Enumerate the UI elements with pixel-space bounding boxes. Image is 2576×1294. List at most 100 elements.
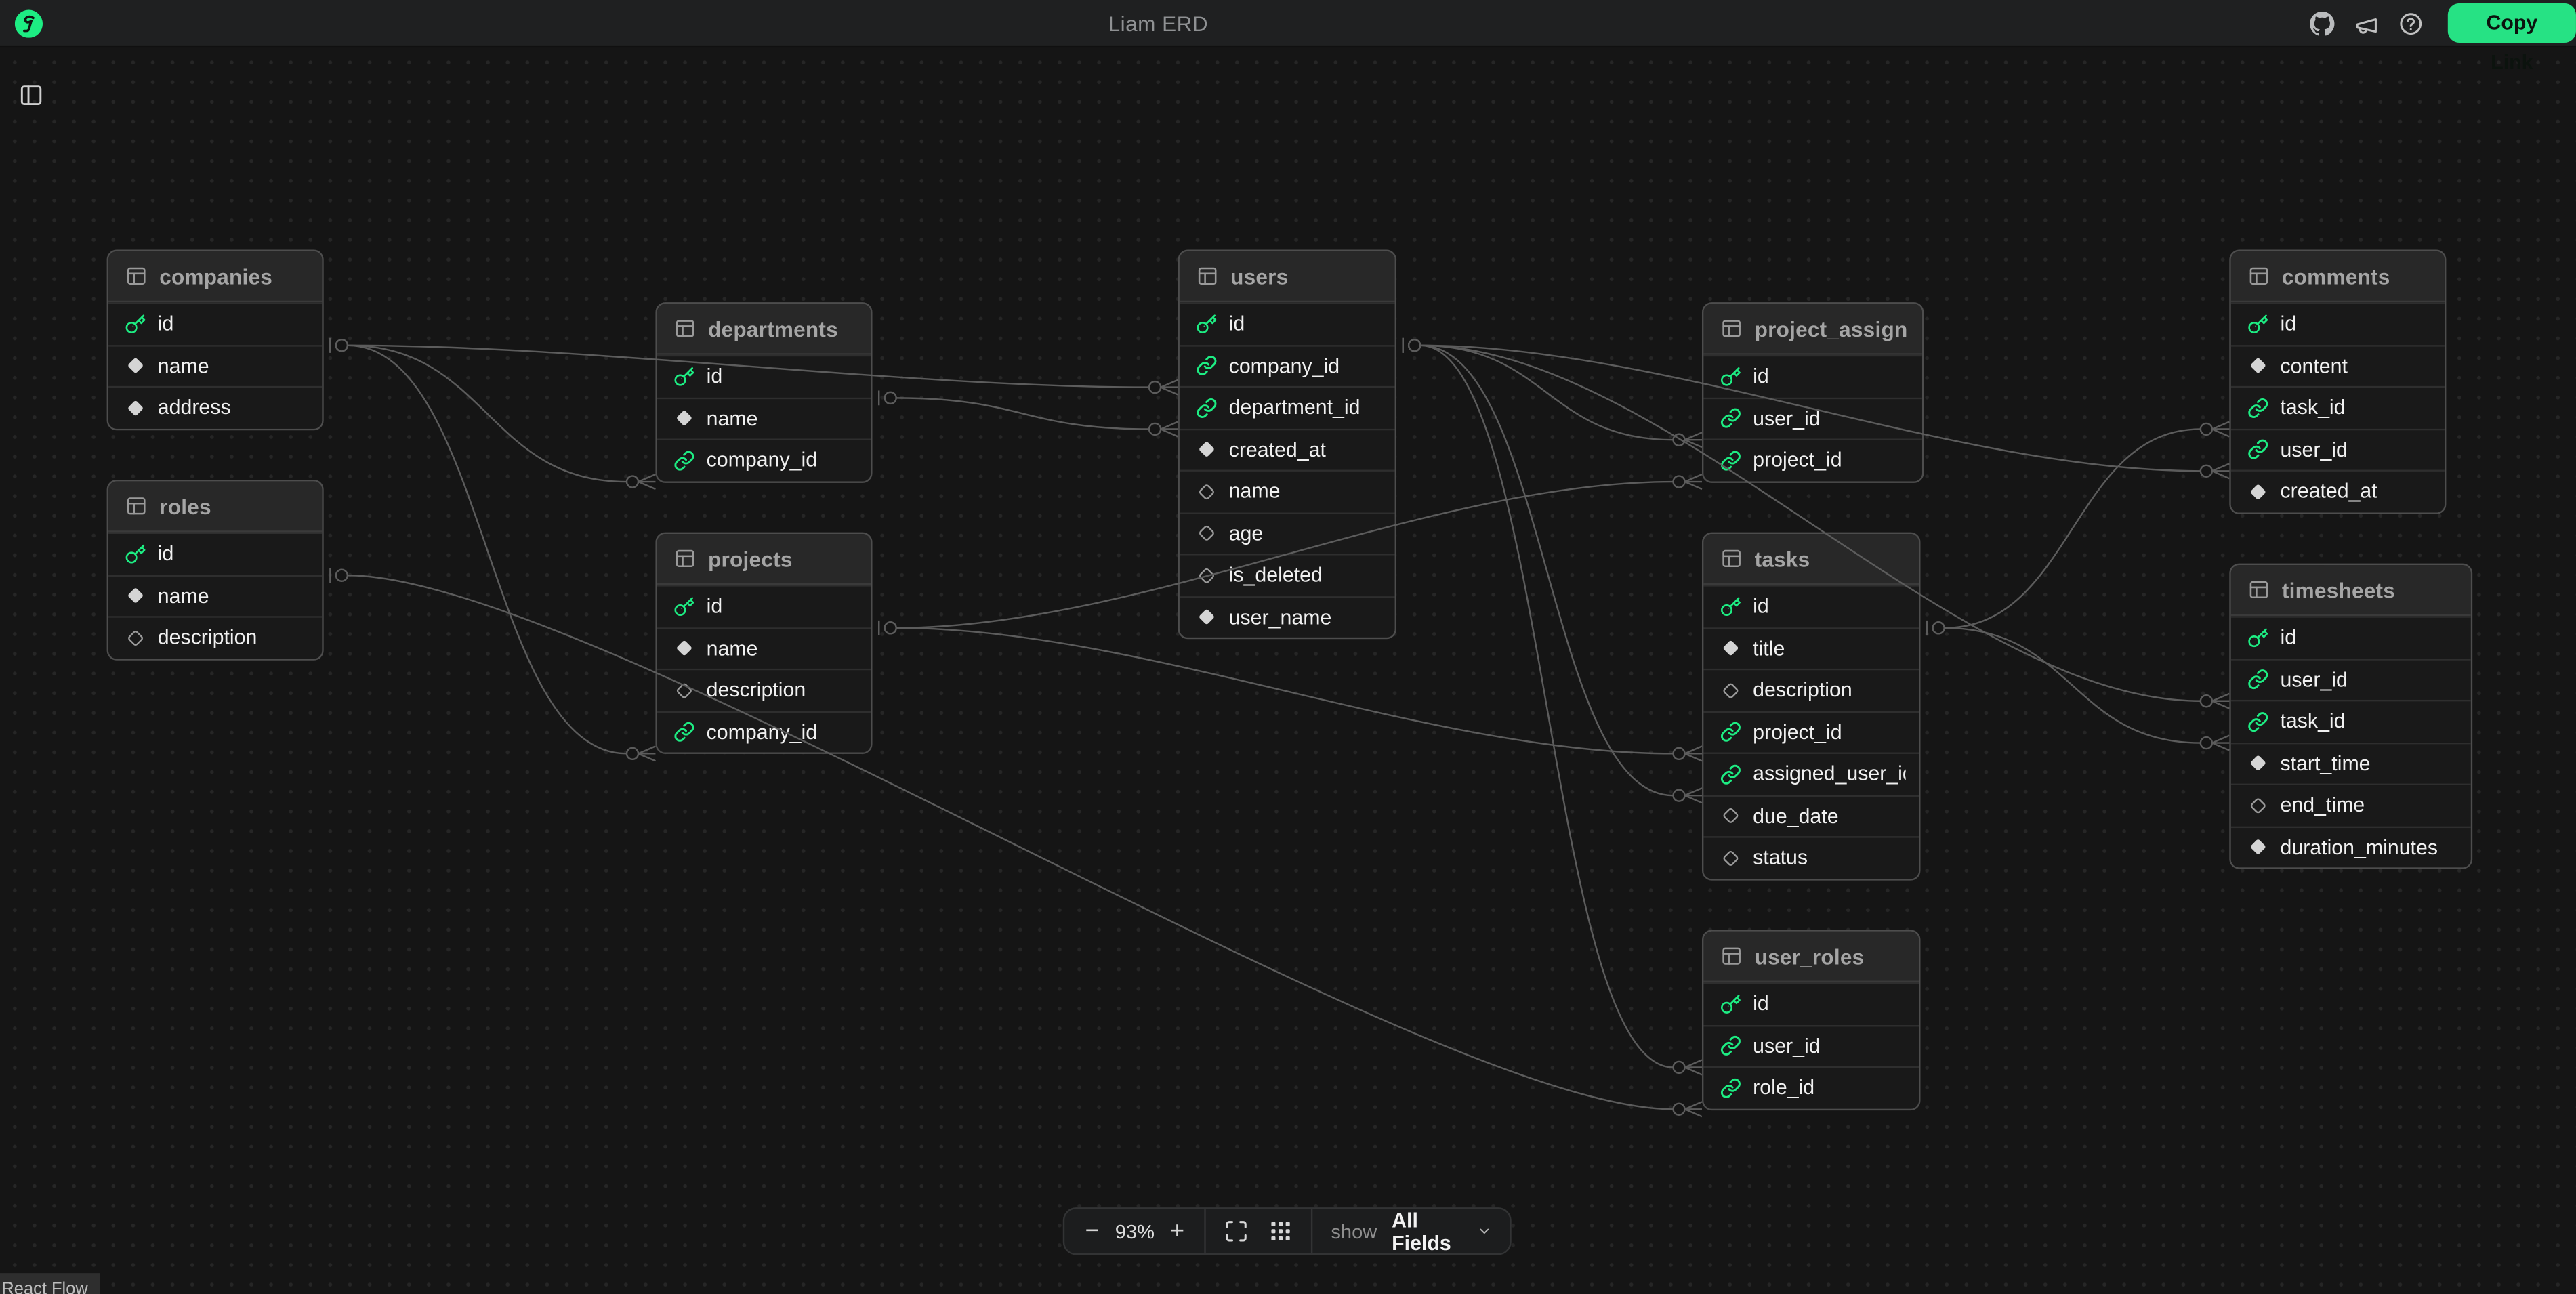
megaphone-icon[interactable] [2354, 13, 2379, 37]
liam-logo-icon[interactable] [15, 10, 43, 38]
column-row-users-user_name[interactable]: user_name [1180, 596, 1395, 638]
help-icon[interactable] [2398, 12, 2423, 36]
column-row-departments-name[interactable]: name [657, 397, 871, 439]
table-header[interactable]: user_roles [1703, 932, 1919, 982]
zoom-out-button[interactable]: − [1083, 1217, 1102, 1245]
table-icon [673, 547, 697, 570]
fit-view-button[interactable] [1224, 1219, 1249, 1243]
copy-link-button[interactable]: Copy Link [2448, 3, 2576, 43]
column-row-users-id[interactable]: id [1180, 302, 1395, 344]
column-row-users-department_id[interactable]: department_id [1180, 386, 1395, 428]
foreign-key-link-icon [1196, 355, 1218, 377]
column-row-users-is_deleted[interactable]: is_deleted [1180, 554, 1395, 596]
column-name: id [2280, 626, 2296, 649]
column-row-users-name[interactable]: name [1180, 469, 1395, 512]
table-header[interactable]: companies [108, 251, 322, 302]
table-header[interactable]: projects [657, 534, 871, 585]
column-name: id [2280, 312, 2296, 335]
table-node-departments[interactable]: departmentsidnamecompany_id [655, 302, 872, 482]
table-node-projects[interactable]: projectsidnamedescriptioncompany_id [655, 533, 872, 754]
column-row-projects-id[interactable]: id [657, 585, 871, 627]
table-icon [2247, 578, 2270, 601]
table-node-project_assignments[interactable]: project_assignme...iduser_idproject_id [1702, 302, 1924, 482]
column-row-users-company_id[interactable]: company_id [1180, 344, 1395, 386]
column-row-tasks-title[interactable]: title [1703, 627, 1919, 669]
column-row-companies-name[interactable]: name [108, 344, 322, 386]
column-row-tasks-project_id[interactable]: project_id [1703, 711, 1919, 753]
column-name: is_deleted [1229, 564, 1323, 587]
column-name: user_id [2280, 668, 2347, 691]
column-name: status [1753, 846, 1808, 869]
toggle-sidebar-icon[interactable] [18, 82, 45, 108]
column-row-comments-created_at[interactable]: created_at [2231, 469, 2445, 512]
column-row-companies-address[interactable]: address [108, 386, 322, 428]
github-icon[interactable] [2310, 12, 2334, 36]
table-node-users[interactable]: usersid company_id department_idcreated_at… [1178, 250, 1396, 640]
table-title: roles [159, 494, 211, 518]
nullable-diamond-icon [1196, 564, 1218, 586]
table-icon [2247, 264, 2270, 287]
fields-filter-dropdown[interactable]: All Fields [1392, 1208, 1492, 1254]
table-header[interactable]: roles [108, 481, 322, 532]
chevron-down-icon [1477, 1222, 1492, 1240]
column-row-timesheets-id[interactable]: id [2231, 616, 2471, 658]
column-row-timesheets-duration_minutes[interactable]: duration_minutes [2231, 825, 2471, 867]
column-name: company_id [1229, 354, 1339, 377]
column-row-comments-user_id[interactable]: user_id [2231, 428, 2445, 470]
table-header[interactable]: users [1180, 251, 1395, 302]
table-header[interactable]: timesheets [2231, 565, 2471, 616]
column-row-tasks-assigned_user_id[interactable]: assigned_user_id [1703, 753, 1919, 795]
column-row-tasks-due_date[interactable]: due_date [1703, 794, 1919, 836]
column-row-user_roles-id[interactable]: id [1703, 982, 1919, 1024]
tidy-up-button[interactable] [1269, 1219, 1293, 1243]
table-header[interactable]: tasks [1703, 534, 1919, 585]
column-row-comments-content[interactable]: content [2231, 344, 2445, 386]
column-row-roles-description[interactable]: description [108, 616, 322, 658]
column-row-comments-task_id[interactable]: task_id [2231, 386, 2445, 428]
table-node-timesheets[interactable]: timesheets id user_id task_idstart_timeend_… [2229, 564, 2472, 869]
column-row-projects-company_id[interactable]: company_id [657, 711, 871, 753]
column-row-departments-id[interactable]: id [657, 355, 871, 397]
foreign-key-link-icon [1720, 1077, 1742, 1099]
table-node-tasks[interactable]: tasksidtitledescription project_idassigne… [1702, 533, 1920, 880]
page-title: Liam ERD [1108, 0, 1209, 47]
table-node-user_roles[interactable]: user_rolesiduser_id role_id [1702, 930, 1920, 1110]
column-row-roles-id[interactable]: id [108, 533, 322, 575]
table-node-roles[interactable]: roles idnamedescription [107, 480, 324, 660]
column-name: id [158, 312, 174, 335]
column-row-departments-company_id[interactable]: company_id [657, 438, 871, 480]
table-node-comments[interactable]: comments id contenttask_iduser_idcreated_a… [2229, 250, 2446, 514]
zoom-in-button[interactable]: + [1167, 1217, 1186, 1245]
column-row-companies-id[interactable]: id [108, 302, 322, 344]
column-row-project_assignments-id[interactable]: id [1703, 355, 1921, 397]
column-row-timesheets-start_time[interactable]: start_time [2231, 742, 2471, 784]
column-row-timesheets-end_time[interactable]: end_time [2231, 784, 2471, 826]
column-row-tasks-description[interactable]: description [1703, 669, 1919, 711]
column-row-comments-id[interactable]: id [2231, 302, 2445, 344]
column-row-user_roles-role_id[interactable]: role_id [1703, 1066, 1919, 1108]
column-row-project_assignments-user_id[interactable]: user_id [1703, 397, 1921, 439]
column-row-projects-description[interactable]: description [657, 669, 871, 711]
column-row-users-created_at[interactable]: created_at [1180, 428, 1395, 470]
diagram-canvas[interactable]: companiesidnameaddressrolesidnamedescrip… [0, 47, 2576, 1294]
react-flow-attribution[interactable]: React Flow [0, 1273, 100, 1294]
column-row-timesheets-task_id[interactable]: task_id [2231, 700, 2471, 742]
column-row-timesheets-user_id[interactable]: user_id [2231, 658, 2471, 700]
table-header[interactable]: departments [657, 304, 871, 355]
column-row-roles-name[interactable]: name [108, 574, 322, 616]
fit-view-icon [1224, 1219, 1249, 1243]
column-row-tasks-status[interactable]: status [1703, 836, 1919, 878]
column-row-user_roles-user_id[interactable]: user_id [1703, 1024, 1919, 1066]
column-row-users-age[interactable]: age [1180, 512, 1395, 554]
column-name: project_id [1753, 721, 1842, 744]
column-row-project_assignments-project_id[interactable]: project_id [1703, 438, 1921, 480]
column-row-tasks-id[interactable]: id [1703, 585, 1919, 627]
primary-key-icon [1720, 596, 1742, 618]
table-header[interactable]: project_assignme... [1703, 304, 1921, 355]
relationship-edge-tasks.id-timesheets.task_id [1927, 621, 2229, 751]
column-row-projects-name[interactable]: name [657, 627, 871, 669]
table-node-companies[interactable]: companies id nameaddress [107, 250, 324, 430]
not-null-diamond-icon [125, 585, 146, 607]
column-name: role_id [1753, 1077, 1814, 1100]
table-header[interactable]: comments [2231, 251, 2445, 302]
